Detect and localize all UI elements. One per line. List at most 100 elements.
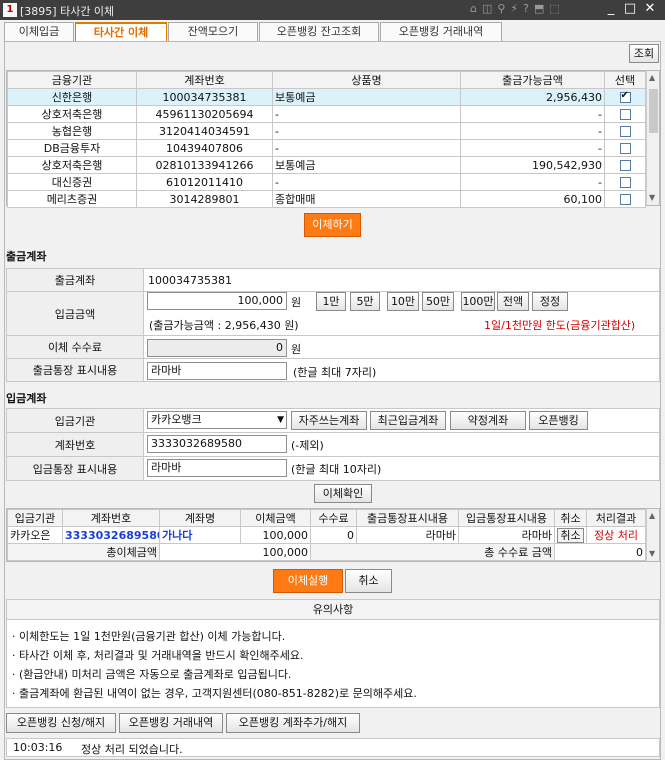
openbanking-history-button[interactable]: 오픈뱅킹 거래내역 (119, 713, 223, 733)
close-icon[interactable]: ✕ (642, 1, 658, 16)
tab-balance-gather[interactable]: 잔액모으기 (168, 22, 258, 41)
cell-amount: 60,100 (460, 190, 605, 208)
transfer-scrollbar[interactable]: ▲ ▼ (646, 509, 659, 561)
table-row[interactable]: 신한은행 100034735381 보통예금 2,956,430 (7, 88, 646, 106)
cell-account: 10439407806 (136, 139, 273, 157)
tab-interbank-transfer[interactable]: 타사간 이체 (75, 22, 167, 42)
confirm-transfer-button[interactable]: 이체확인 (314, 484, 372, 503)
notice-line: · (환급안내) 미처리 금액은 자동으로 출금계좌로 입금됩니다. (12, 668, 292, 681)
total-fee-value: 0 (554, 543, 646, 561)
select-checkbox[interactable] (619, 109, 631, 120)
add-1m-button[interactable]: 100만 (461, 292, 495, 311)
table-row[interactable]: 농협은행 3120414034591- - (7, 122, 646, 140)
header-deposit-memo: 입금통장표시내용 (458, 509, 555, 527)
limit-note: 1일/1천만원 한도(금융기관합산) (484, 319, 636, 332)
notice-line: · 타사간 이체 후, 처리결과 및 거래내역을 반드시 확인해주세요. (12, 649, 304, 662)
cell-product: - (272, 105, 461, 123)
select-checkbox[interactable] (619, 90, 631, 103)
accounts-table: 금융기관 계좌번호 상품명 출금가능금액 선택 신한은행 100034735381… (7, 71, 646, 208)
cancel-button[interactable]: 취소 (345, 569, 392, 593)
openbanking-button[interactable]: 오픈뱅킹 (529, 411, 588, 430)
select-checkbox[interactable] (619, 160, 631, 171)
deposit-memo-label: 입금통장 표시내용 (6, 456, 144, 481)
notice-line: · 출금계좌에 환급된 내역이 없는 경우, 고객지원센터(080-851-82… (12, 687, 417, 700)
cell-withdraw-memo: 라마바 (356, 526, 459, 544)
recent-accounts-button[interactable]: 최근입금계좌 (370, 411, 446, 430)
notice-line: · 이체한도는 1일 1천만원(금융기관 합산) 이체 가능합니다. (12, 630, 286, 643)
cell-product: 보통예금 (272, 156, 461, 174)
header-transfer-amount: 이체금액 (240, 509, 311, 527)
tab-openbanking-balance[interactable]: 오픈뱅킹 잔고조회 (259, 22, 379, 41)
deposit-inst-value: 카카오뱅크 (151, 413, 202, 426)
openbanking-apply-button[interactable]: 오픈뱅킹 신청/해지 (6, 713, 116, 733)
accounts-table-wrap: 금융기관 계좌번호 상품명 출금가능금액 선택 신한은행 100034735381… (6, 70, 660, 208)
withdraw-account-value: 100034735381 (143, 268, 660, 292)
table-row[interactable]: 상호저축은행 45961130205694- - (7, 105, 646, 123)
scroll-thumb[interactable] (649, 89, 658, 133)
deposit-inst-select[interactable]: 카카오뱅크 ▼ (147, 411, 287, 429)
add-10k-button[interactable]: 1만 (316, 292, 346, 311)
add-50k-button[interactable]: 5만 (350, 292, 380, 311)
table-row[interactable]: 상호저축은행 02810133941266 보통예금 190,542,930 (7, 156, 646, 174)
notice-title: 유의사항 (7, 600, 659, 620)
select-checkbox[interactable] (619, 177, 631, 188)
select-checkbox[interactable] (619, 194, 631, 205)
chevron-down-icon[interactable]: ▼ (277, 412, 284, 428)
header-account-name: 계좌명 (159, 509, 241, 527)
tab-openbanking-history[interactable]: 오픈뱅킹 거래내역 (380, 22, 502, 41)
add-500k-button[interactable]: 50만 (422, 292, 454, 311)
contract-accounts-button[interactable]: 약정계좌 (450, 411, 526, 430)
accounts-scrollbar[interactable]: ▲ ▼ (646, 71, 659, 205)
table-row[interactable]: 카카오은 3333032689580 가나다 100,000 0 라마바 라마바… (7, 526, 646, 544)
fee-label: 이체 수수료 (6, 335, 144, 359)
withdraw-memo-input[interactable]: 라마바 (147, 362, 287, 380)
header-select: 선택 (604, 71, 646, 89)
tab-deposit[interactable]: 이체입금 (4, 22, 74, 41)
cell-deposit-memo: 라마바 (458, 526, 555, 544)
execute-transfer-button[interactable]: 이체실행 (273, 569, 343, 593)
scroll-up-icon[interactable]: ▲ (649, 73, 655, 82)
select-checkbox[interactable] (619, 143, 631, 154)
table-row[interactable]: 메리츠증권 3014289801 종합매매 60,100 (7, 190, 646, 208)
cell-amount: - (460, 139, 605, 157)
fee-input: 0 (147, 339, 287, 357)
cell-result: 정상 처리 (586, 526, 646, 544)
scroll-up-icon[interactable]: ▲ (649, 511, 655, 520)
total-fee-label: 총 수수료 금액 (310, 543, 555, 561)
cell-account-name: 가나다 (159, 526, 241, 544)
maximize-icon[interactable]: □ (622, 1, 638, 16)
cell-account: 3333032689580 (62, 526, 160, 544)
title-tool-icons[interactable]: ⌂◫⚲⚡?⬒⬚ (470, 2, 565, 15)
cell-account: 100034735381 (136, 88, 273, 106)
amount-label: 입금금액 (6, 291, 144, 336)
minimize-icon[interactable]: _ (603, 1, 619, 16)
select-checkbox[interactable] (619, 126, 631, 137)
scroll-down-icon[interactable]: ▼ (649, 193, 655, 202)
withdraw-section-title: 출금계좌 (6, 250, 47, 263)
deposit-memo-input[interactable]: 라마바 (147, 459, 287, 477)
add-100k-button[interactable]: 10만 (387, 292, 419, 311)
openbanking-account-button[interactable]: 오픈뱅킹 계좌추가/해지 (226, 713, 360, 733)
withdraw-memo-label: 출금통장 표시내용 (6, 358, 144, 382)
scroll-down-icon[interactable]: ▼ (649, 549, 655, 558)
query-button[interactable]: 조회 (629, 44, 659, 63)
cell-institution: 메리츠증권 (7, 190, 137, 208)
amount-input[interactable]: 100,000 (147, 292, 287, 310)
table-row[interactable]: 대신증권 61012011410- - (7, 173, 646, 191)
app-icon: 1 (3, 3, 17, 17)
cell-amount: 2,956,430 (460, 88, 605, 106)
transfer-button[interactable]: 이체하기 (304, 213, 361, 237)
cell-institution: DB금융투자 (7, 139, 137, 157)
cell-account: 61012011410 (136, 173, 273, 191)
row-cancel-button[interactable]: 취소 (557, 527, 584, 543)
frequent-accounts-button[interactable]: 자주쓰는계좌 (291, 411, 367, 430)
table-row[interactable]: DB금융투자 10439407806- - (7, 139, 646, 157)
withdraw-account-label: 출금계좌 (6, 268, 144, 292)
header-withdraw-memo: 출금통장표시내용 (356, 509, 459, 527)
deposit-account-hint: (-제외) (291, 439, 324, 452)
deposit-account-input[interactable]: 3333032689580 (147, 435, 287, 453)
correct-button[interactable]: 정정 (532, 292, 568, 311)
cell-institution: 농협은행 (7, 122, 137, 140)
full-amount-button[interactable]: 전액 (497, 292, 529, 311)
deposit-inst-label: 입금기관 (6, 408, 144, 433)
